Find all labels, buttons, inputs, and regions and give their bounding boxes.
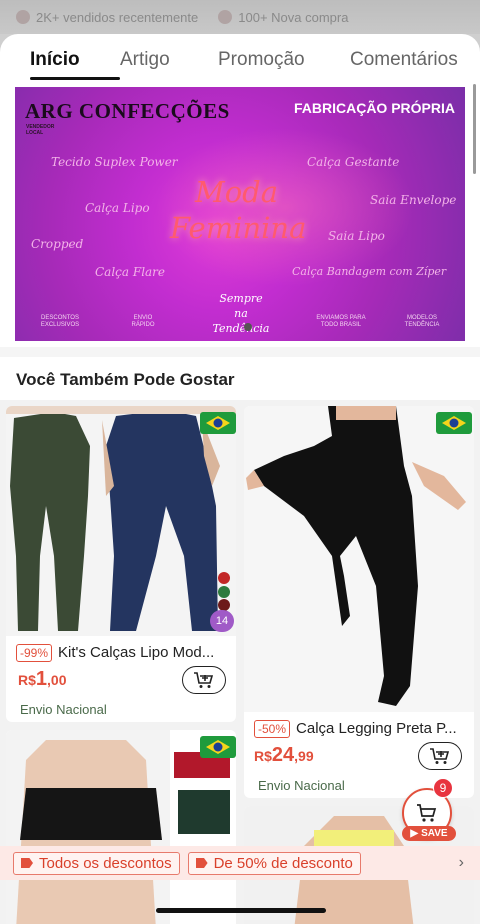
banner-keyword: Cropped	[31, 237, 84, 251]
purchase-chip: 100+ Nova compra	[218, 10, 348, 25]
banner-footer-item: ENVIO RÁPIDO	[131, 315, 155, 328]
price-decimal: ,00	[47, 672, 67, 688]
add-to-cart-button[interactable]	[182, 666, 226, 694]
add-to-cart-button[interactable]	[418, 742, 462, 770]
add-cart-icon	[430, 748, 450, 764]
banner-footer-item: MODELOS TENDÊNCIA	[404, 315, 440, 328]
tab-comentarios[interactable]: Comentários	[350, 34, 470, 86]
promo-chip-all-discounts[interactable]: Todos os descontos	[13, 851, 180, 875]
product-name: Calça Legging Preta P...	[296, 720, 457, 737]
promo-chip-label: Todos os descontos	[39, 854, 172, 872]
cart-count-badge: 9	[433, 778, 453, 798]
product-price: R$24,99	[254, 744, 314, 767]
product-image[interactable]	[6, 730, 236, 924]
store-tabs: Início Artigo Promoção Comentários	[0, 34, 480, 86]
tab-artigo[interactable]: Artigo	[120, 34, 218, 86]
banner-keyword: Saia Envelope	[370, 193, 457, 207]
banner-slogan-line: Sempre	[219, 292, 263, 305]
banner-keyword: Calça Gestante	[307, 155, 400, 169]
price-currency: R$	[254, 748, 272, 764]
banner-slogan-line: na	[234, 307, 248, 320]
brazil-flag-icon	[200, 736, 236, 758]
price-integer: 24	[271, 744, 295, 766]
store-banner[interactable]: ARG CONFECÇÕES VENDEDOR LOCAL FABRICAÇÃO…	[15, 87, 465, 341]
cart-icon	[417, 804, 437, 822]
banner-slogan-line: Tendência	[212, 322, 270, 335]
banner-keyword: Saia Lipo	[328, 229, 385, 243]
section-title: Você Também Pode Gostar	[16, 370, 235, 389]
price-decimal: ,99	[294, 748, 314, 764]
banner-brand: ARG CONFECÇÕES	[25, 99, 230, 123]
product-image[interactable]	[244, 406, 474, 712]
product-card[interactable]: -50% Calça Legging Preta P... R$24,99 Env…	[244, 406, 474, 798]
section-divider	[0, 347, 480, 357]
banner-keyword: Calça Bandagem com Zíper	[292, 265, 447, 278]
tag-icon	[195, 858, 208, 868]
brazil-flag-icon	[436, 412, 472, 434]
shipping-label: Envio Nacional	[20, 702, 107, 717]
add-cart-icon	[194, 672, 214, 688]
recent-sales-strip: 2K+ vendidos recentemente 100+ Nova comp…	[0, 0, 480, 34]
store-sheet: Início Artigo Promoção Comentários ARG C…	[0, 34, 480, 924]
banner-footer-item: DESCONTOS EXCLUSIVOS	[40, 315, 80, 328]
tab-promocao[interactable]: Promoção	[218, 34, 350, 86]
price-integer: 1	[35, 668, 48, 690]
purchase-text: 100+ Nova compra	[238, 9, 349, 25]
banner-keyword: Tecido Suplex Power	[51, 155, 178, 169]
banner-title-line1: Moda	[195, 175, 279, 209]
product-card[interactable]	[6, 730, 236, 924]
chevron-right-icon[interactable]: ›	[459, 854, 464, 872]
color-count-badge: 14	[210, 610, 234, 632]
product-name: Kit's Calças Lipo Mod...	[58, 644, 215, 661]
promo-chip-label: De 50% de desconto	[213, 854, 353, 872]
product-price: R$1,00	[18, 668, 67, 691]
shipping-label: Envio Nacional	[258, 778, 345, 793]
banner-glow	[155, 127, 415, 287]
brazil-flag-icon	[200, 412, 236, 434]
sold-icon	[16, 10, 30, 24]
promo-bar: Todos os descontos De 50% de desconto	[0, 846, 480, 880]
discount-badge: -50%	[254, 720, 291, 738]
banner-title-line2: Feminina	[170, 211, 307, 245]
tag-icon	[21, 858, 33, 868]
sold-text: 2K+ vendidos recentemente	[36, 9, 199, 25]
home-indicator[interactable]	[156, 908, 326, 913]
price-currency: R$	[18, 672, 36, 688]
banner-brand-sub: VENDEDOR LOCAL	[26, 124, 55, 136]
banner-pager-dot[interactable]	[244, 323, 252, 331]
banner-footer-item: ENVIAMOS PARA TODO BRASIL	[316, 315, 366, 328]
scroll-indicator	[473, 84, 476, 174]
product-image[interactable]	[6, 406, 236, 636]
banner-headline: FABRICAÇÃO PRÓPRIA	[293, 100, 455, 116]
banner-keyword: Calça Flare	[95, 265, 166, 279]
product-name-row: -99% Kit's Calças Lipo Mod...	[16, 644, 231, 662]
discount-badge: -99%	[16, 644, 53, 662]
banner-keyword: Calça Lipo	[85, 201, 150, 215]
save-label: SAVE	[421, 828, 448, 839]
sold-chip: 2K+ vendidos recentemente	[16, 10, 198, 25]
save-tag: ▶ SAVE	[402, 826, 456, 841]
banner-slogan: Sempre na Tendência	[211, 291, 271, 336]
promo-chip-50-off[interactable]: De 50% de desconto	[187, 851, 361, 875]
product-name-row: -50% Calça Legging Preta P...	[254, 720, 469, 738]
tab-inicio[interactable]: Início	[30, 34, 120, 86]
product-card[interactable]: 14 -99% Kit's Calças Lipo Mod... R$1,00 E…	[6, 406, 236, 722]
truck-icon: ▶	[410, 828, 419, 839]
person-icon	[218, 10, 233, 24]
